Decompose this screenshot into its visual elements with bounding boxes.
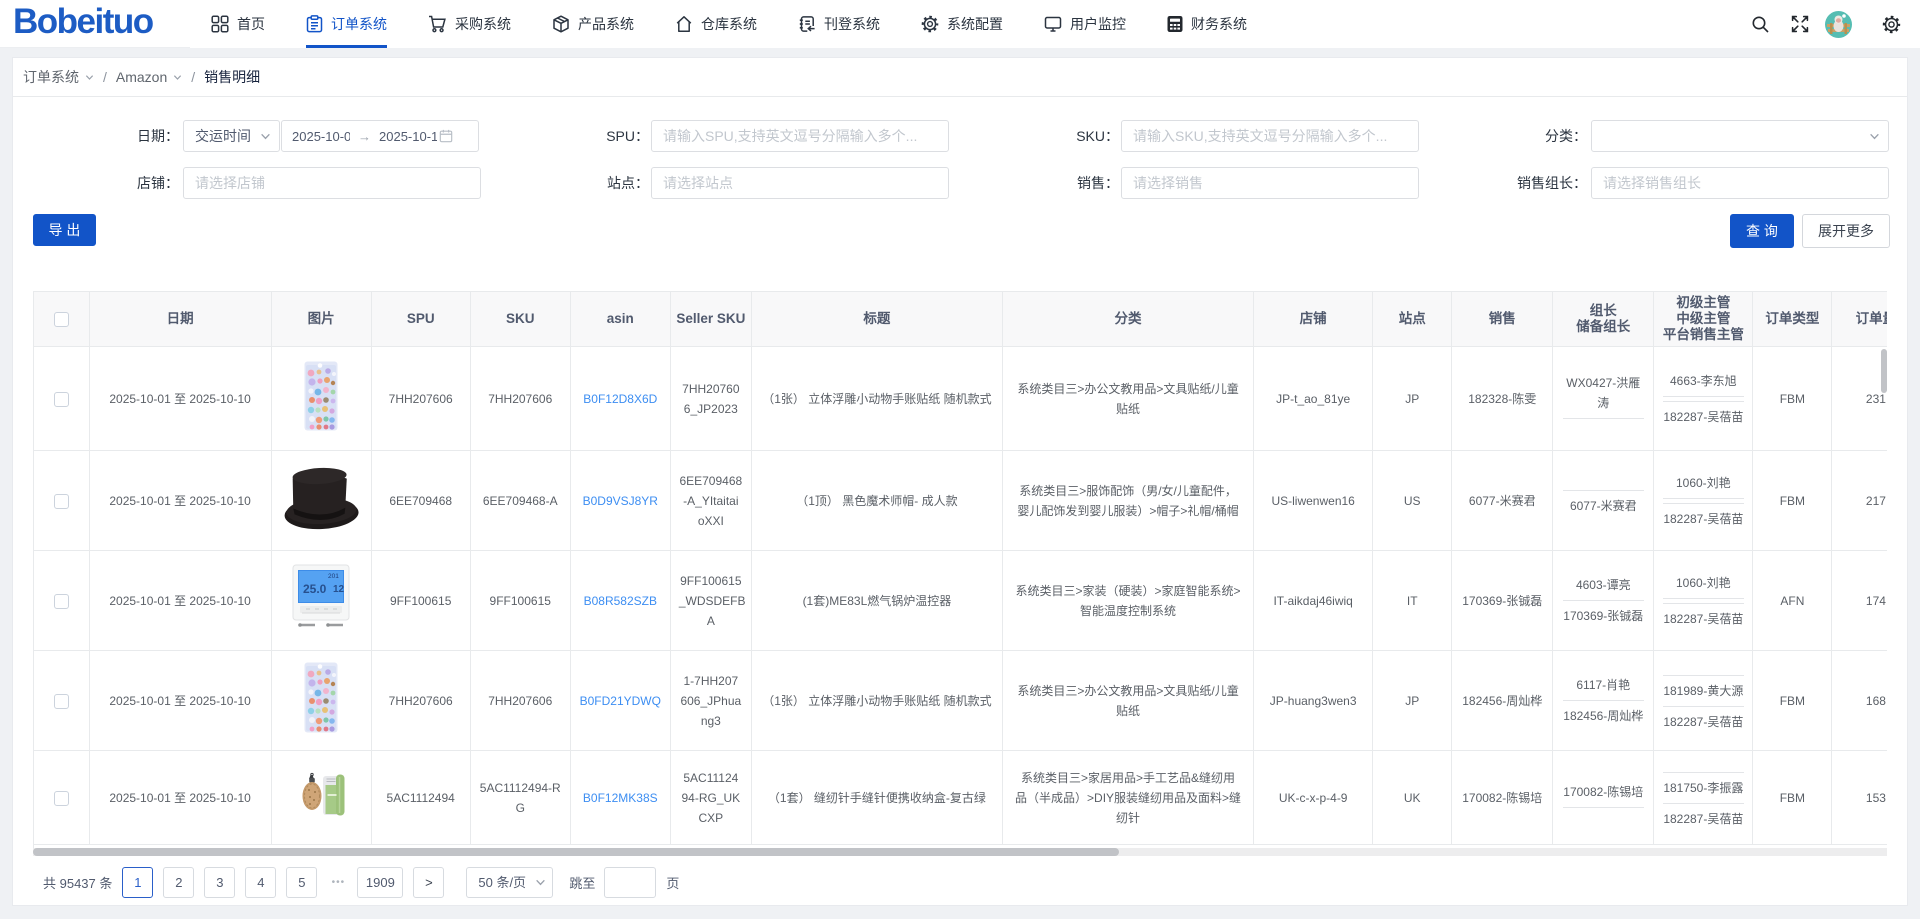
svg-text:201: 201 xyxy=(328,573,339,580)
svg-text:25.0: 25.0 xyxy=(303,582,327,596)
svg-text:12: 12 xyxy=(333,584,345,595)
